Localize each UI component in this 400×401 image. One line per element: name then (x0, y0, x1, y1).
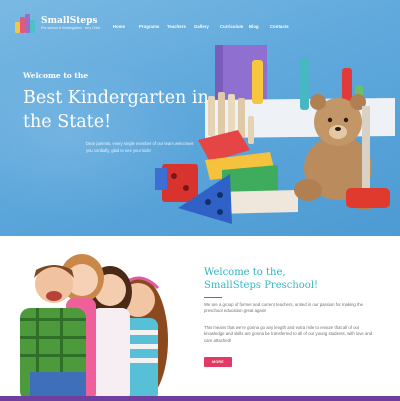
red-hammer (346, 188, 390, 208)
nav-item-contacts[interactable]: Contacts (270, 24, 289, 29)
main-nav: Home Programs Teachers Gallery Curriculu… (0, 24, 400, 32)
welcome-paragraph-2: This means that we're gonna go any lengt… (204, 325, 373, 343)
title-divider (204, 297, 222, 298)
welcome-kicker: Welcome to the, (204, 267, 286, 278)
more-button[interactable]: MORE (204, 357, 232, 367)
nav-item-curriculum[interactable]: Curriculum (220, 24, 243, 29)
footer-bar (0, 396, 400, 401)
nav-item-home[interactable]: Home (113, 24, 125, 29)
welcome-title: SmallSteps Preschool! (204, 280, 319, 291)
nav-item-teachers[interactable]: Teachers (167, 24, 186, 29)
hero-section: SmallSteps Pre-school & Kindergarten · A… (0, 0, 400, 236)
nav-item-programs[interactable]: Programs (139, 24, 159, 29)
yellow-peg (252, 60, 263, 104)
hero-kicker: Welcome to the (23, 71, 89, 80)
nav-item-gallery[interactable]: Gallery (194, 24, 209, 29)
kids-photo (20, 254, 168, 401)
red-cube (162, 164, 198, 202)
teal-peg (300, 58, 309, 110)
hammer-handle (362, 106, 370, 192)
welcome-paragraph-1: We are a group of former and current tea… (204, 302, 363, 314)
wooden-toys-image (155, 45, 395, 224)
nav-item-blog[interactable]: Blog (249, 24, 259, 29)
